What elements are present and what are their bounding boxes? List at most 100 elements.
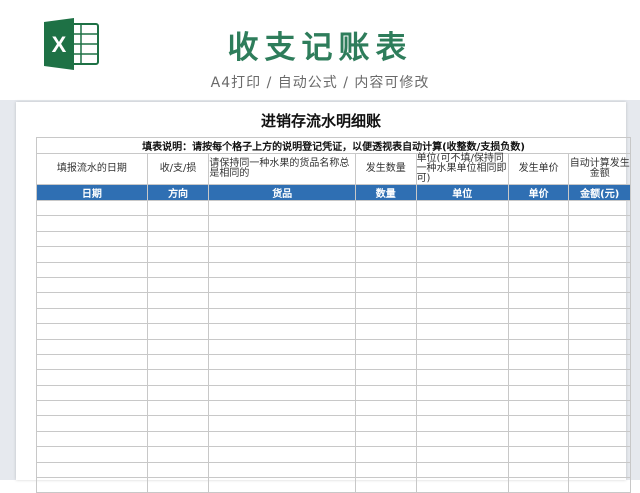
table-cell [568,353,631,371]
instruction-row: 填表说明：请按每个格子上方的说明登记凭证，以便透视表自动计算(收整数/支损负数) [36,137,631,154]
table-cell [355,461,417,479]
table-row [36,261,631,278]
table-cell [415,292,509,309]
table-cell [507,430,570,448]
table-cell [568,276,631,294]
table-cell [208,415,357,432]
table-cell [355,246,417,263]
table-cell [36,369,148,386]
table-cell [568,384,631,402]
table-cell [355,307,417,325]
table-cell [415,430,509,448]
table-cell [36,292,148,309]
table-cell [146,276,210,294]
table-cell [355,215,417,232]
table-cell [36,246,148,263]
table-cell [568,430,631,448]
table-cell [415,261,509,278]
table-cell [36,461,148,479]
table-row [36,446,631,463]
table-cell [568,400,631,417]
table-row [36,461,631,479]
table-cell [568,307,631,325]
table-cell [355,323,417,340]
table-cell [146,446,210,463]
table-cell [146,369,210,386]
table-cell [36,384,148,402]
table-cell [355,353,417,371]
header: X 收支记账表 A4打印 / 自动公式 / 内容可修改 [0,0,640,100]
table-cell [208,230,357,248]
table-row [36,199,631,217]
table-cell [146,261,210,278]
table-cell [208,215,357,232]
table-cell [415,323,509,340]
table-cell [208,307,357,325]
table-cell [568,461,631,479]
table-cell [568,292,631,309]
table-cell [507,276,570,294]
sheet-title: 进销存流水明细账 [260,112,381,130]
ledger-table: 填表说明：请按每个格子上方的说明登记凭证，以便透视表自动计算(收整数/支损负数)… [36,137,631,493]
table-cell [568,246,631,263]
table-cell [568,199,631,217]
table-cell [355,400,417,417]
table-cell [568,261,631,278]
table-cell [146,199,210,217]
table-cell [507,230,570,248]
table-cell [415,215,509,232]
table-cell [507,369,570,386]
table-row [36,323,631,340]
table-cell [36,199,148,217]
table-cell [208,338,357,355]
column-header-row: 日期 方向 货品 数量 单位 单价 金额(元) [36,184,631,201]
table-cell [208,400,357,417]
table-row [36,400,631,417]
table-cell [355,384,417,402]
table-row [36,215,631,232]
table-cell [568,338,631,355]
table-row [36,415,631,432]
table-cell [146,323,210,340]
table-cell [146,353,210,371]
table-cell [146,215,210,232]
table-cell [507,261,570,278]
table-cell [568,369,631,386]
table-cell [146,307,210,325]
table-row [36,384,631,402]
table-cell [507,446,570,463]
col-header-goods: 货品 [208,184,357,201]
table-cell [146,230,210,248]
table-row [36,353,631,371]
table-cell [208,461,357,479]
table-cell [355,446,417,463]
table-cell [507,400,570,417]
table-cell [415,338,509,355]
table-cell [146,292,210,309]
table-cell [208,292,357,309]
table-cell [208,446,357,463]
table-row [36,292,631,309]
table-cell [208,276,357,294]
table-cell [507,292,570,309]
table-cell [36,446,148,463]
table-cell [568,415,631,432]
instruction-note: 填表说明：请按每个格子上方的说明登记凭证，以便透视表自动计算(收整数/支损负数) [36,137,631,154]
desc-direction: 收/支/损 [146,153,210,185]
table-cell [507,323,570,340]
table-cell [355,230,417,248]
table-cell [208,246,357,263]
table-cell [355,199,417,217]
table-row [36,369,631,386]
table-cell [507,338,570,355]
table-cell [208,384,357,402]
table-cell [36,400,148,417]
table-cell [507,415,570,432]
desc-goods: 请保持同一种水果的货品名称总是相同的 [208,153,357,185]
table-cell [415,246,509,263]
table-cell [146,246,210,263]
table-cell [415,353,509,371]
table-cell [146,415,210,432]
table-cell [36,307,148,325]
desc-price: 发生单价 [507,153,570,185]
